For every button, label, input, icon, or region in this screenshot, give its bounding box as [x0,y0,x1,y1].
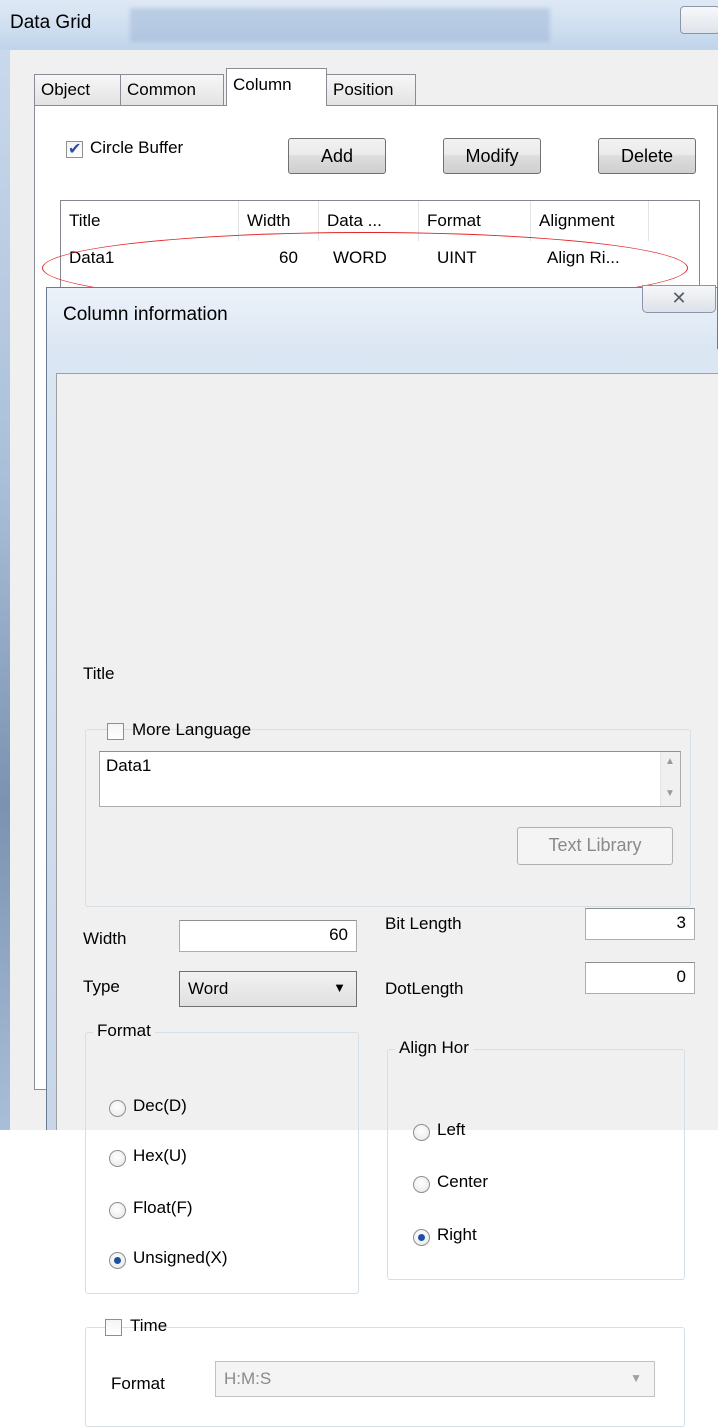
column-information-dialog: Column information ✕ Title More Language… [46,285,718,1427]
format-float-label: Float(F) [133,1198,193,1217]
dialog-title-bar: Column information [46,287,718,349]
time-format-value: H:M:S [224,1369,272,1388]
format-unsigned-label: Unsigned(X) [133,1248,228,1267]
align-group-label: Align Hor [395,1038,473,1058]
width-label: Width [83,929,127,948]
scroll-up-icon[interactable]: ▲ [665,756,675,767]
align-center-radio[interactable] [413,1176,430,1193]
format-group-label: Format [93,1021,155,1041]
time-checkbox[interactable] [105,1319,122,1336]
format-dec-label: Dec(D) [133,1096,187,1115]
blurred-background [130,8,550,42]
type-selected-value: Word [188,979,229,998]
delete-button[interactable]: Delete [598,138,696,174]
modify-button[interactable]: Modify [443,138,541,174]
add-button[interactable]: Add [288,138,386,174]
dialog-close-button[interactable]: ✕ [642,285,716,313]
tab-position[interactable]: Position [326,74,416,105]
more-language-checkbox[interactable] [107,723,124,740]
outer-title-bar: Data Grid [0,0,718,50]
dot-length-input[interactable]: 0 [585,962,695,994]
title-textarea[interactable]: Data1 ▲ ▼ [99,751,681,807]
outer-window-frame [0,50,10,1130]
more-language-label: More Language [132,720,252,739]
time-format-select[interactable]: H:M:S ▼ [215,1361,655,1397]
dialog-body: Title More Language Data1 ▲ ▼ Text Libra… [56,373,718,1427]
type-select[interactable]: Word ▼ [179,971,357,1007]
time-format-label: Format [111,1374,165,1393]
dialog-title: Column information [63,304,228,325]
time-label: Time [130,1316,168,1335]
textarea-scrollbar[interactable]: ▲ ▼ [660,752,680,806]
align-right-radio[interactable] [413,1229,430,1246]
format-unsigned-radio[interactable] [109,1252,126,1269]
scroll-down-icon[interactable]: ▼ [665,788,675,799]
align-left-label: Left [437,1120,466,1139]
align-left-radio[interactable] [413,1124,430,1141]
text-library-button[interactable]: Text Library [517,827,673,865]
close-icon: ✕ [671,288,687,308]
format-float-radio[interactable] [109,1202,126,1219]
dot-length-label: DotLength [385,979,464,998]
bit-length-label: Bit Length [385,914,462,933]
title-text: Data1 [106,756,152,775]
circle-buffer-checkbox[interactable] [66,139,83,159]
tab-column[interactable]: Column [226,68,327,106]
align-group [387,1049,685,1280]
format-hex-label: Hex(U) [133,1146,187,1165]
chevron-down-icon: ▼ [333,980,346,995]
chevron-down-icon: ▼ [630,1371,642,1385]
tab-object[interactable]: Object [34,74,121,105]
outer-close-button[interactable] [680,6,718,34]
list-header-title[interactable]: Title [61,201,239,241]
type-label: Type [83,977,120,996]
outer-window-title: Data Grid [10,12,92,33]
width-input[interactable]: 60 [179,920,357,952]
bit-length-input[interactable]: 3 [585,908,695,940]
title-section-label: Title [83,664,115,683]
circle-buffer-label: Circle Buffer [90,138,184,157]
format-dec-radio[interactable] [109,1100,126,1117]
align-right-label: Right [437,1225,477,1244]
tab-common[interactable]: Common [120,74,224,105]
list-header-alignment[interactable]: Alignment [531,201,649,241]
align-center-label: Center [437,1172,489,1191]
format-hex-radio[interactable] [109,1150,126,1167]
